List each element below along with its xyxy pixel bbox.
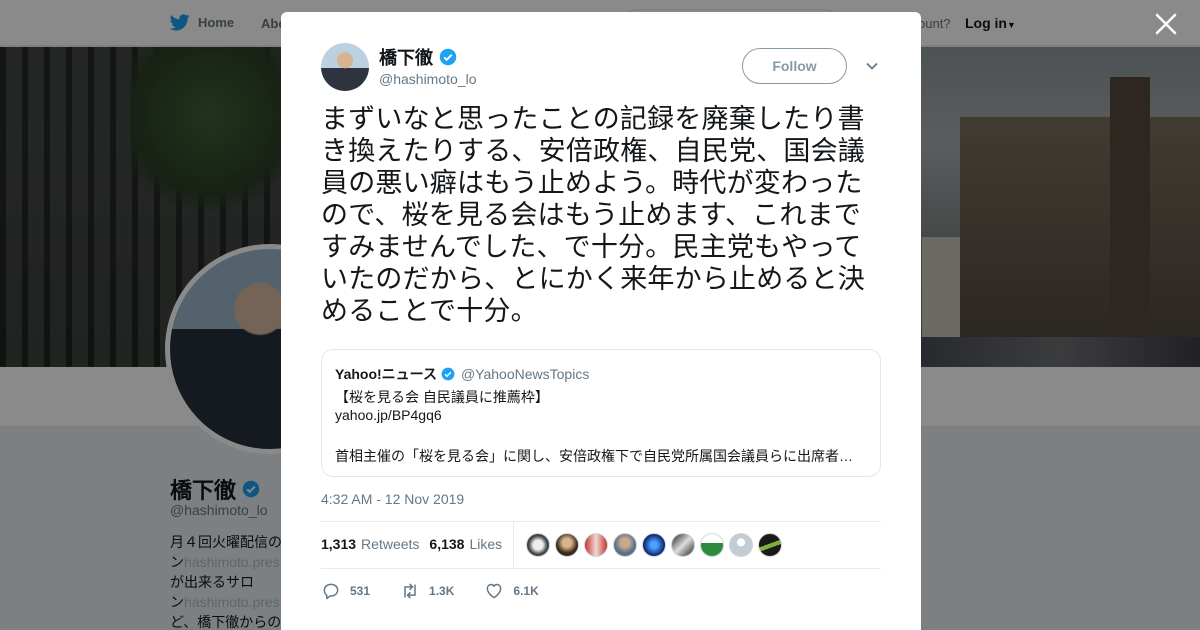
heart-icon — [486, 583, 502, 599]
stats-separator — [513, 522, 514, 568]
author-name-text: 橋下徹 — [379, 48, 433, 68]
liker-avatar[interactable] — [584, 533, 608, 557]
likes-count[interactable]: 6,138 — [429, 536, 464, 552]
divider — [321, 521, 881, 522]
liker-avatar[interactable] — [758, 533, 782, 557]
reply-icon — [323, 583, 339, 600]
like-button[interactable]: 6.1K — [484, 581, 539, 601]
liker-avatar[interactable] — [526, 533, 550, 557]
retweets-count[interactable]: 1,313 — [321, 536, 356, 552]
tweet-author-handle[interactable]: @hashimoto_lo — [379, 71, 477, 87]
quoted-link: yahoo.jp/BP4gq6 — [335, 407, 442, 423]
liker-avatar[interactable] — [613, 533, 637, 557]
liker-avatar[interactable] — [671, 533, 695, 557]
tweet-actions: 531 1.3K 6.1K — [321, 581, 539, 601]
tweet-modal: 橋下徹 @hashimoto_lo Follow まずいなと思ったことの記録を廃… — [281, 12, 921, 630]
liker-avatar[interactable] — [700, 533, 724, 557]
tweet-timestamp[interactable]: 4:32 AM - 12 Nov 2019 — [321, 491, 464, 507]
quoted-tweet[interactable]: Yahoo!ニュース @YahooNewsTopics 【桜を見る会 自民議員に… — [321, 349, 881, 477]
liker-avatar[interactable] — [555, 533, 579, 557]
retweet-button[interactable]: 1.3K — [400, 581, 454, 601]
liker-avatar[interactable] — [642, 533, 666, 557]
close-icon[interactable] — [1153, 11, 1179, 37]
chevron-down-icon[interactable] — [865, 59, 879, 73]
retweets-label[interactable]: Retweets — [361, 536, 419, 552]
likes-label[interactable]: Likes — [469, 536, 502, 552]
quoted-author-name: Yahoo!ニュース — [335, 366, 437, 382]
quoted-headline: 【桜を見る会 自民議員に推薦枠】 — [335, 389, 549, 405]
like-count: 6.1K — [513, 584, 539, 598]
tweet-text: まずいなと思ったことの記録を廃棄したり書き換えたりする、安倍政権、自民党、国会議… — [321, 104, 865, 327]
liker-avatars — [526, 533, 782, 557]
quoted-summary: 首相主催の「桜を見る会」に関し、安倍政権下で自民党所属国会議員らに出席者… — [335, 448, 853, 464]
divider — [321, 568, 881, 569]
quoted-author-handle: @YahooNewsTopics — [460, 366, 590, 382]
tweet-author-avatar[interactable] — [321, 43, 369, 91]
tweet-author-name[interactable]: 橋下徹 — [379, 44, 457, 70]
reply-count: 531 — [350, 584, 371, 598]
quoted-tweet-header: Yahoo!ニュース @YahooNewsTopics — [335, 364, 589, 384]
tweet-stats: 1,313 Retweets 6,138 Likes — [321, 536, 512, 552]
retweet-count: 1.3K — [429, 584, 455, 598]
liker-avatar[interactable] — [729, 533, 753, 557]
verified-badge-icon — [439, 48, 457, 66]
reply-button[interactable]: 531 — [321, 581, 370, 601]
retweet-icon — [404, 583, 416, 599]
verified-badge-icon — [441, 367, 455, 381]
follow-button[interactable]: Follow — [742, 48, 847, 84]
